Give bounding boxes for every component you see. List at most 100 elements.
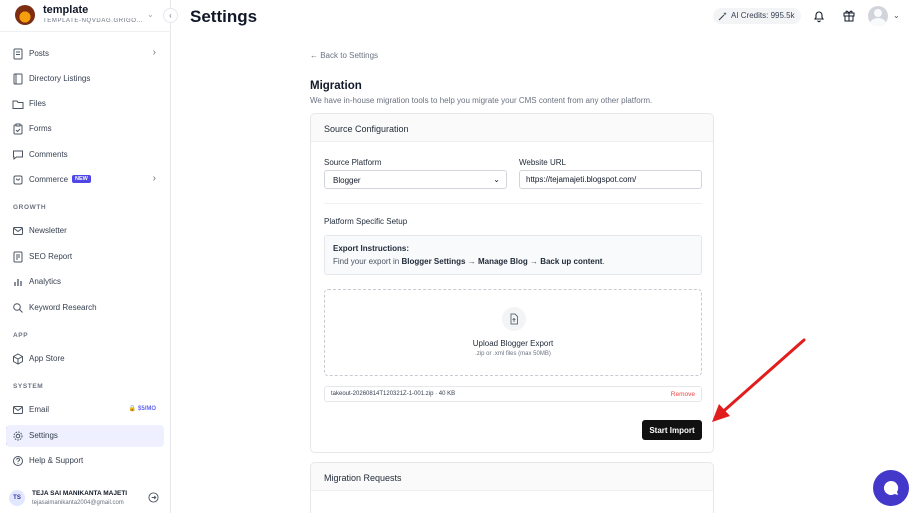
website-url-input[interactable]	[519, 170, 702, 189]
selected-value: Blogger	[333, 176, 361, 185]
instructions-title: Export Instructions:	[333, 244, 410, 253]
chevron-down-icon[interactable]: ⌄	[893, 11, 900, 20]
sidebar-item-app-store[interactable]: App Store	[6, 348, 164, 370]
card-title: Source Configuration	[324, 124, 409, 134]
box-icon	[13, 353, 23, 365]
upload-file-icon	[502, 307, 526, 331]
migration-requests-card: Migration Requests	[310, 462, 714, 513]
sidebar-item-help-support[interactable]: Help & Support	[6, 450, 164, 472]
workspace-logo	[15, 5, 35, 25]
sidebar-item-comments[interactable]: Comments	[6, 144, 164, 166]
sidebar-item-label: Commerce	[29, 175, 69, 184]
chevron-right-icon: ›	[152, 173, 156, 184]
chat-widget-button[interactable]	[873, 470, 909, 506]
folder-icon	[12, 100, 24, 109]
annotation-arrow	[712, 338, 806, 422]
sidebar-item-keyword-research[interactable]: Keyword Research	[6, 297, 164, 319]
sidebar-item-label: Comments	[29, 150, 68, 159]
clipboard-icon	[13, 123, 23, 135]
sidebar-item-label: Settings	[29, 431, 58, 440]
remove-file-button[interactable]: Remove	[671, 391, 695, 398]
instructions-text: Find your export in Blogger Settings → M…	[333, 257, 605, 266]
chat-icon	[883, 480, 899, 495]
divider	[324, 203, 702, 204]
user-email: tejasaimanikanta2004@gmail.com	[32, 500, 124, 506]
sidebar-item-commerce[interactable]: Commerce NEW ›	[6, 169, 164, 191]
new-badge: NEW	[72, 175, 91, 183]
card-header: Source Configuration	[311, 114, 713, 142]
cart-icon	[13, 175, 23, 185]
report-icon	[13, 251, 23, 263]
migration-title: Migration	[310, 80, 362, 92]
website-url-label: Website URL	[519, 158, 566, 167]
magic-wand-icon	[718, 12, 727, 21]
workspace-switcher[interactable]: template TEMPLATE-NQVDAG.GRIGOR... ⌄	[0, 0, 171, 32]
sidebar-item-label: Directory Listings	[29, 74, 91, 83]
card-title: Migration Requests	[324, 473, 402, 483]
user-name: TEJA SAI MANIKANTA MAJETI	[32, 490, 128, 497]
chevron-down-icon: ⌄	[147, 10, 154, 19]
card-header: Migration Requests	[311, 463, 713, 491]
sidebar-item-label: Analytics	[29, 277, 62, 286]
mail-icon	[13, 227, 23, 235]
sidebar-item-seo-report[interactable]: SEO Report	[6, 246, 164, 268]
sidebar-item-email[interactable]: Email 🔒 $5/MO	[6, 399, 164, 421]
sidebar: template TEMPLATE-NQVDAG.GRIGOR... ⌄ Pos…	[0, 0, 171, 513]
avatar: TS	[9, 490, 25, 506]
section-label-growth: GROWTH	[13, 204, 47, 211]
sidebar-item-label: Posts	[29, 49, 50, 58]
platform-setup-label: Platform Specific Setup	[324, 217, 408, 226]
file-name: takeout-20260814T120321Z-1-001.zip · 40 …	[331, 391, 456, 397]
search-icon	[13, 303, 23, 313]
price-badge: 🔒 $5/MO	[128, 406, 156, 412]
logout-icon[interactable]	[148, 492, 159, 503]
back-to-settings-link[interactable]: ← Back to Settings	[310, 51, 378, 60]
sidebar-item-label: Newsletter	[29, 226, 67, 235]
source-configuration-card: Source Configuration Source Platform Blo…	[310, 113, 714, 453]
sidebar-item-directory-listings[interactable]: Directory Listings	[6, 68, 164, 90]
upload-dropzone[interactable]: Upload Blogger Export .zip or .xml files…	[324, 289, 702, 376]
section-label-app: APP	[13, 332, 29, 339]
sidebar-item-label: Files	[29, 99, 46, 108]
bell-icon[interactable]	[812, 9, 826, 23]
ai-credits-label: AI Credits: 995.5k	[731, 11, 795, 20]
section-label-system: SYSTEM	[13, 383, 44, 390]
mail-icon	[13, 406, 23, 414]
sidebar-item-forms[interactable]: Forms	[6, 118, 164, 140]
sidebar-item-label: App Store	[29, 354, 65, 363]
start-import-button[interactable]: Start Import	[642, 420, 702, 440]
chevron-right-icon: ›	[152, 47, 156, 58]
upload-hint: .zip or .xml files (max 50MB)	[475, 351, 551, 357]
source-platform-label: Source Platform	[324, 158, 382, 167]
sidebar-item-label: Keyword Research	[29, 303, 97, 312]
export-instructions: Export Instructions: Find your export in…	[324, 235, 702, 275]
sidebar-item-label: Email	[29, 405, 50, 414]
sidebar-item-settings[interactable]: Settings	[6, 425, 164, 447]
gear-icon	[13, 431, 23, 441]
document-icon	[13, 48, 23, 60]
gift-icon[interactable]	[842, 8, 856, 22]
page-title: Settings	[190, 7, 258, 26]
sidebar-item-posts[interactable]: Posts ›	[6, 43, 164, 65]
collapse-sidebar-button[interactable]: ‹	[163, 8, 178, 23]
sidebar-item-newsletter[interactable]: Newsletter	[6, 220, 164, 242]
workspace-name: template	[43, 4, 89, 16]
sidebar-item-files[interactable]: Files	[6, 93, 164, 115]
chevron-down-icon: ⌄	[493, 175, 500, 184]
book-icon	[13, 73, 23, 85]
sidebar-item-label: Help & Support	[29, 456, 84, 465]
profile-avatar[interactable]	[868, 6, 888, 26]
chart-icon	[14, 279, 22, 286]
upload-title: Upload Blogger Export	[472, 339, 554, 348]
workspace-subtitle: TEMPLATE-NQVDAG.GRIGOR...	[43, 18, 143, 24]
sidebar-item-label: Forms	[29, 124, 52, 133]
comment-icon	[13, 150, 23, 161]
help-icon	[13, 456, 23, 466]
ai-credits-pill[interactable]: AI Credits: 995.5k	[713, 8, 801, 24]
source-platform-select[interactable]: Blogger ⌄	[324, 170, 507, 189]
user-profile[interactable]: TS TEJA SAI MANIKANTA MAJETI tejasaimani…	[0, 487, 171, 513]
sidebar-item-analytics[interactable]: Analytics	[6, 271, 164, 293]
sidebar-item-label: SEO Report	[29, 252, 73, 261]
migration-description: We have in-house migration tools to help…	[310, 96, 653, 105]
uploaded-file-row: takeout-20260814T120321Z-1-001.zip · 40 …	[324, 386, 702, 402]
